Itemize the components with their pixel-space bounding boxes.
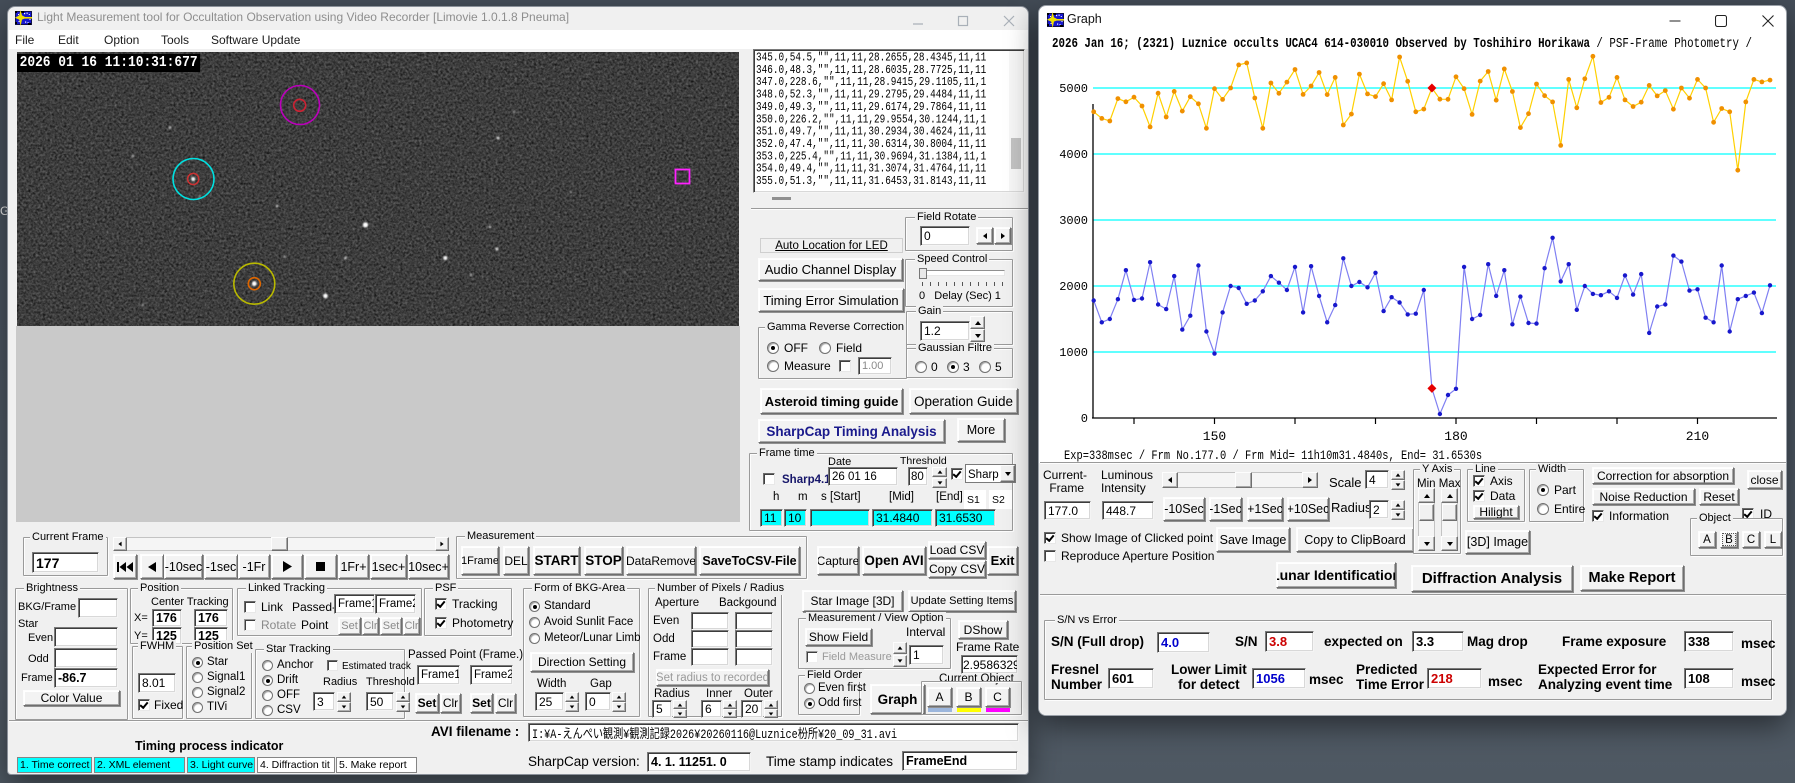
svg-text:210: 210 — [1686, 429, 1709, 444]
svg-text:150: 150 — [1203, 429, 1226, 444]
svg-text:0: 0 — [1081, 412, 1088, 426]
svg-text:5000: 5000 — [1059, 82, 1088, 96]
svg-text:3000: 3000 — [1059, 214, 1088, 228]
svg-text:180: 180 — [1444, 429, 1467, 444]
svg-text:4000: 4000 — [1059, 148, 1088, 162]
svg-text:1000: 1000 — [1059, 346, 1088, 360]
svg-text:2000: 2000 — [1059, 280, 1088, 294]
